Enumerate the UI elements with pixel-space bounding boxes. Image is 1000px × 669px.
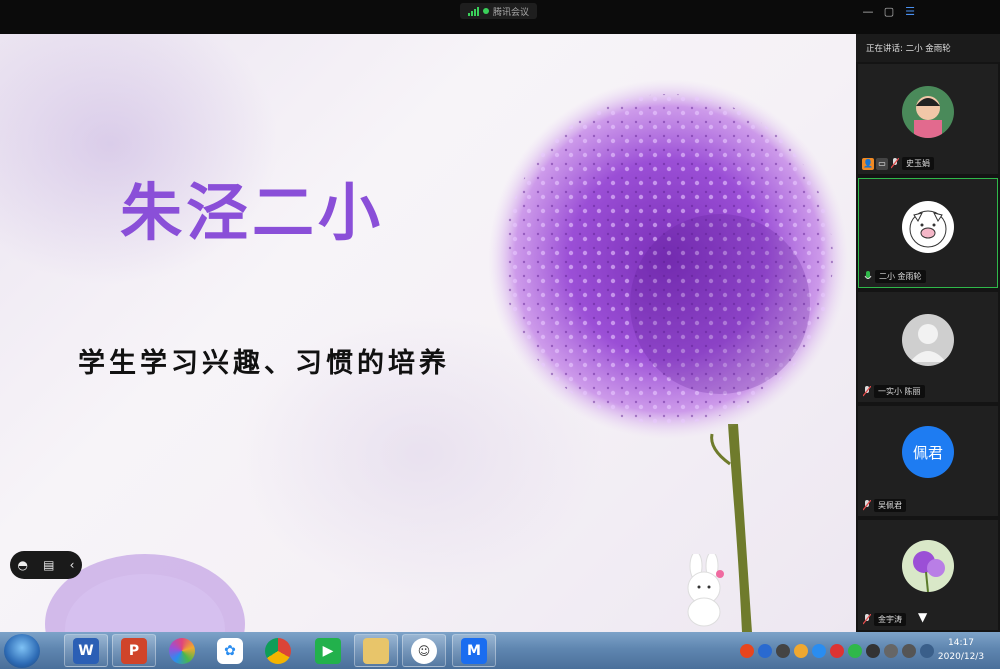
tray-app-icon[interactable] (812, 644, 826, 658)
participant-name: 史玉娟 (902, 157, 934, 170)
iqiyi-icon: ▶ (315, 637, 341, 664)
tile-footer: 金宇涛 (862, 613, 906, 626)
avatar (902, 201, 954, 253)
start-button[interactable] (4, 634, 40, 668)
chrome-icon (265, 637, 291, 664)
meeting-user-icon: ☺ (411, 637, 437, 664)
mic-muted-icon (862, 614, 872, 625)
minimize-icon[interactable]: — (862, 4, 874, 18)
avatar (902, 86, 954, 138)
cloud-app-icon: ✿ (217, 637, 243, 664)
restore-icon[interactable]: ▢ (883, 4, 895, 18)
status-dot-icon (483, 8, 489, 14)
annotation-icon[interactable]: ◓ (18, 558, 28, 572)
tencent-meeting-icon: M (461, 637, 487, 664)
taskbar-app-folder[interactable] (354, 634, 398, 667)
color-wheel-icon (169, 637, 195, 664)
speaking-indicator: 正在讲话: 二小 金雨轮 (856, 34, 1000, 62)
tile-footer: 二小 金雨轮 (863, 270, 926, 283)
tile-footer: 吴佩君 (862, 499, 906, 512)
comment-icon[interactable]: ▤ (43, 558, 54, 572)
participant-name: 吴佩君 (874, 499, 906, 512)
windows-taskbar: W P ✿ ▶ ☺ M 14:17 2020/12/3 (0, 632, 1000, 669)
taskbar-app-iqiyi[interactable]: ▶ (306, 634, 350, 667)
taskbar-app-cloud[interactable]: ✿ (208, 634, 252, 667)
bunny-illustration (687, 554, 724, 627)
mic-muted-icon (862, 386, 872, 397)
taskbar-app-chrome[interactable] (256, 634, 300, 667)
participant-name: 一实小 陈丽 (874, 385, 925, 398)
taskbar-app-word[interactable]: W (64, 634, 108, 667)
tile-footer: 👤 ▭ 史玉娟 (862, 157, 934, 170)
mic-muted-icon (862, 500, 872, 511)
system-tray (740, 636, 934, 666)
slide-toolbar: ◓ ▤ ‹ (10, 551, 82, 579)
tray-app-icon[interactable] (848, 644, 862, 658)
collapse-chevron-icon[interactable]: ‹ (70, 558, 75, 572)
window-controls: — ▢ ☰ (862, 4, 916, 18)
avatar-initials: 佩君 (902, 426, 954, 478)
slide-title: 朱泾二小 (120, 176, 385, 249)
participant-tile[interactable]: 一实小 陈丽 (858, 292, 998, 402)
participant-name: 金宇涛 (874, 613, 906, 626)
taskbar-app-meeting-user[interactable]: ☺ (402, 634, 446, 667)
folder-icon (363, 637, 389, 664)
list-icon[interactable]: ☰ (904, 4, 916, 18)
tray-app-icon[interactable] (776, 644, 790, 658)
tray-app-icon[interactable] (740, 644, 754, 658)
tray-app-icon[interactable] (830, 644, 844, 658)
clock-time: 14:17 (948, 638, 974, 648)
avatar (902, 314, 954, 366)
screen-share-icon: ▭ (876, 157, 888, 170)
clock-date: 2020/12/3 (937, 652, 985, 662)
taskbar-clock[interactable]: 14:17 2020/12/3 (926, 636, 996, 664)
word-icon: W (73, 637, 99, 664)
mic-muted-icon (890, 158, 900, 169)
tile-footer: 一实小 陈丽 (862, 385, 925, 398)
allium-flower-illustration (488, 79, 848, 632)
mic-active-icon (863, 271, 873, 282)
taskbar-app-color[interactable] (160, 634, 204, 667)
tray-app-icon[interactable] (758, 644, 772, 658)
host-badge-icon: 👤 (862, 157, 874, 170)
meeting-app-name: 腾讯会议 (493, 7, 530, 18)
powerpoint-icon: P (121, 637, 147, 664)
participant-tile[interactable]: 金宇涛 (858, 520, 998, 630)
participant-tile[interactable]: 👤 ▭ 史玉娟 (858, 64, 998, 174)
signal-icon (468, 6, 479, 16)
participant-tile[interactable]: 佩君 吴佩君 (858, 406, 998, 516)
volume-icon[interactable] (902, 644, 916, 658)
meeting-title-bar[interactable]: 腾讯会议 (460, 3, 538, 19)
slide-subtitle: 学生学习兴趣、习惯的培养 (78, 348, 450, 379)
participant-tile-active[interactable]: 二小 金雨轮 (858, 178, 998, 288)
shared-slide: 朱泾二小 学生学习兴趣、习惯的培养 ◓ ▤ ‹ (0, 34, 856, 632)
avatar (902, 540, 954, 592)
tray-app-icon[interactable] (794, 644, 808, 658)
taskbar-app-powerpoint[interactable]: P (112, 634, 156, 667)
top-bar: 腾讯会议 — ▢ ☰ (0, 0, 1000, 34)
taskbar-app-tencent-meeting[interactable]: M (452, 634, 496, 667)
participant-sidebar: 正在讲话: 二小 金雨轮 👤 ▭ 史玉娟 二小 金雨轮 一实小 陈丽 佩君 吴佩… (856, 34, 1000, 632)
network-icon[interactable] (884, 644, 898, 658)
participant-name: 二小 金雨轮 (875, 270, 926, 283)
scroll-down-arrow-icon[interactable]: ▼ (918, 610, 927, 624)
tray-app-icon[interactable] (866, 644, 880, 658)
